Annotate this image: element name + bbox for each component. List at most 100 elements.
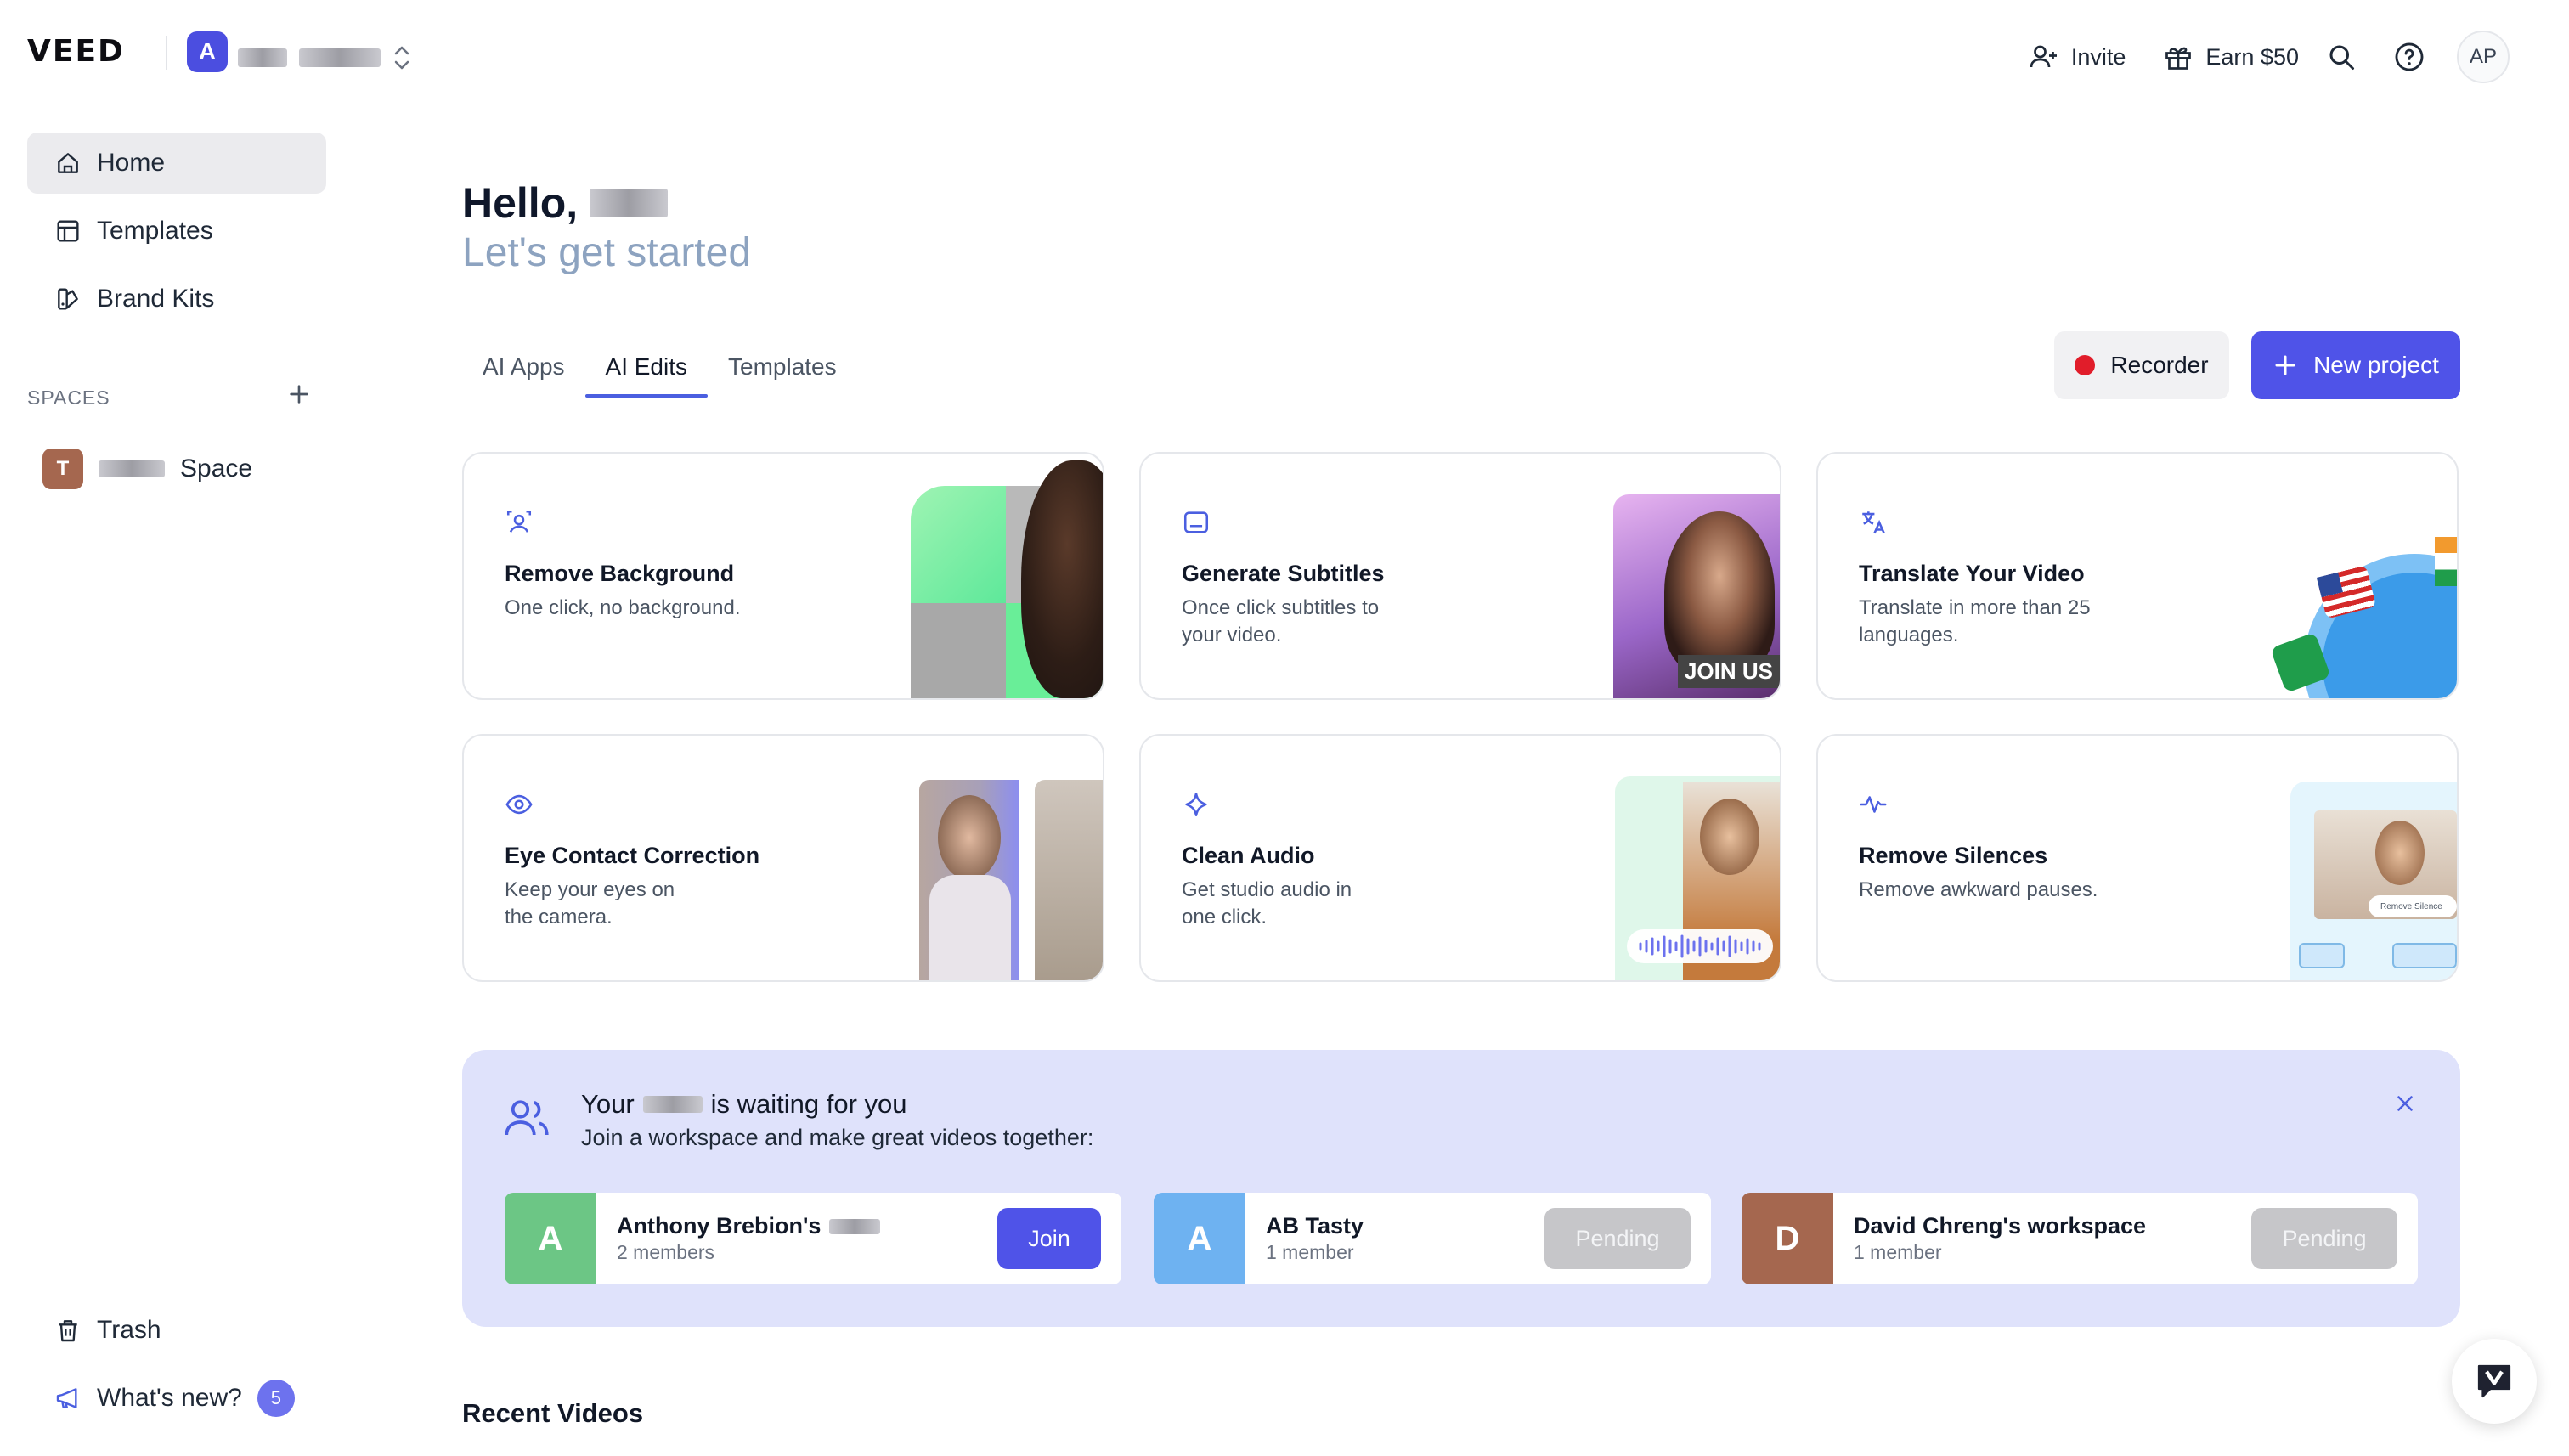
card-translate-video[interactable]: Translate Your Video Translate in more t… [1816, 452, 2459, 700]
invite-button[interactable]: Invite [2010, 35, 2145, 79]
veed-logo[interactable]: VEED [27, 34, 125, 69]
recorder-button[interactable]: Recorder [2054, 331, 2229, 399]
workspace-avatar: A [1154, 1193, 1245, 1284]
subtitles-thumbnail: JOIN US [1613, 494, 1780, 698]
trash-icon [59, 1320, 77, 1342]
sidebar-item-label: What's new? [97, 1384, 242, 1412]
pending-button[interactable]: Pending [1544, 1208, 1691, 1269]
card-description: Remove awkward pauses. [1859, 878, 2098, 901]
workspace-card: A AB Tasty 1 member Pending [1154, 1193, 1711, 1284]
workspace-name-redacted [299, 48, 381, 67]
sidebar-item-space[interactable]: T Space [42, 449, 252, 489]
page-subtitle: Let's get started [462, 230, 752, 275]
card-title: Remove Background [505, 561, 735, 586]
recent-videos-heading: Recent Videos [462, 1398, 644, 1428]
banner-redacted [642, 1096, 703, 1113]
workspace-members: 1 member [1266, 1241, 1354, 1263]
card-remove-background[interactable]: Remove Background One click, no backgrou… [462, 452, 1104, 700]
help-icon [2395, 42, 2424, 71]
banner-subtitle: Join a workspace and make great videos t… [581, 1125, 1094, 1150]
workspace-card: A Anthony Brebion's 2 members Join [505, 1193, 1121, 1284]
subtitle-overlay: JOIN US [1677, 655, 1780, 688]
workspace-name-redacted [829, 1218, 881, 1234]
sparkle-icon [1185, 792, 1207, 817]
remove-background-thumbnail [911, 460, 1103, 698]
invite-label: Invite [2070, 43, 2126, 70]
search-button[interactable] [2318, 33, 2365, 81]
workspace-name: AB Tasty [1266, 1213, 1364, 1239]
card-description: Get studio audio in one click. [1182, 878, 1352, 928]
tab-templates[interactable]: Templates [708, 340, 857, 398]
eye-contact-thumbnail [919, 780, 1103, 980]
waveform-icon [1860, 796, 1887, 813]
banner-title-prefix: Your [581, 1089, 635, 1119]
sidebar-item-label: Home [97, 149, 166, 177]
tab-ai-apps[interactable]: AI Apps [462, 340, 585, 398]
workspace-avatar[interactable]: A [187, 31, 228, 72]
join-button[interactable]: Join [997, 1208, 1101, 1269]
card-description: Translate in more than 25 languages. [1859, 596, 2091, 646]
eye-icon [505, 794, 533, 815]
plus-icon [2275, 355, 2295, 375]
chevron-updown-icon [394, 46, 409, 70]
card-title: Generate Subtitles [1182, 561, 1385, 586]
add-space-icon[interactable] [285, 381, 313, 408]
clean-audio-thumbnail [1615, 776, 1780, 980]
sidebar-item-label: Trash [97, 1316, 161, 1344]
recorder-label: Recorder [2110, 352, 2209, 378]
search-icon [2329, 45, 2354, 70]
new-project-button[interactable]: New project [2251, 331, 2460, 399]
chat-support-button[interactable] [2452, 1339, 2537, 1424]
close-icon[interactable] [2392, 1091, 2418, 1116]
whats-new-count-badge: 5 [257, 1380, 295, 1417]
card-eye-contact[interactable]: Eye Contact Correction Keep your eyes on… [462, 734, 1104, 982]
user-avatar[interactable]: AP [2457, 31, 2510, 83]
workspace-invite-banner: Your is waiting for you Join a workspace… [462, 1050, 2460, 1327]
person-icon [506, 510, 532, 533]
card-title: Eye Contact Correction [505, 843, 760, 868]
card-description: Keep your eyes on the camera. [505, 878, 675, 928]
sidebar-item-brand-kits[interactable]: Brand Kits [27, 268, 326, 330]
waveform-icon [1639, 934, 1761, 958]
space-avatar: T [42, 449, 83, 489]
megaphone-icon [56, 1388, 77, 1408]
home-icon [58, 153, 78, 173]
earn-button[interactable]: Earn $50 [2144, 35, 2318, 79]
gift-icon [2165, 47, 2192, 70]
workspace-card: D David Chreng's workspace 1 member Pend… [1742, 1193, 2418, 1284]
remove-silences-thumbnail: Remove Silence [2290, 782, 2457, 980]
divider [166, 36, 167, 70]
sidebar-item-trash[interactable]: Trash [27, 1300, 326, 1361]
translate-icon [1862, 511, 1885, 534]
card-description: Once click subtitles to your video. [1182, 596, 1380, 646]
sidebar-item-whats-new[interactable]: What's new? 5 [27, 1368, 326, 1429]
workspace-members: 1 member [1854, 1241, 1942, 1263]
sidebar-item-home[interactable]: Home [27, 133, 326, 194]
workspace-avatar: D [1742, 1193, 1833, 1284]
sidebar-item-templates[interactable]: Templates [27, 200, 326, 262]
pending-button[interactable]: Pending [2251, 1208, 2397, 1269]
card-generate-subtitles[interactable]: Generate Subtitles Once click subtitles … [1139, 452, 1781, 700]
workspace-name: Anthony Brebion's [617, 1213, 822, 1239]
spaces-heading: SPACES [27, 387, 110, 409]
card-remove-silences[interactable]: Remove Silences Remove awkward pauses. R… [1816, 734, 2459, 982]
workspace-switcher[interactable] [238, 42, 411, 73]
user-name-redacted [590, 189, 669, 217]
remove-silence-overlay: Remove Silence [2369, 895, 2457, 917]
record-icon [2075, 355, 2096, 375]
workspace-avatar: A [505, 1193, 596, 1284]
card-title: Remove Silences [1859, 843, 2048, 868]
card-clean-audio[interactable]: Clean Audio Get studio audio in one clic… [1139, 734, 1781, 982]
translate-thumbnail [2270, 537, 2457, 698]
help-button[interactable] [2386, 33, 2433, 81]
tab-ai-edits[interactable]: AI Edits [584, 340, 709, 398]
veed-chat-icon [2477, 1364, 2511, 1398]
space-name: Space [180, 454, 253, 483]
greeting-text: Hello, [462, 179, 579, 227]
user-plus-icon [2030, 45, 2057, 68]
workspace-name-redacted [238, 48, 287, 67]
workspace-members: 2 members [617, 1241, 715, 1263]
users-icon [505, 1100, 549, 1136]
workspace-name: David Chreng's workspace [1854, 1213, 2147, 1239]
templates-icon [57, 220, 79, 242]
